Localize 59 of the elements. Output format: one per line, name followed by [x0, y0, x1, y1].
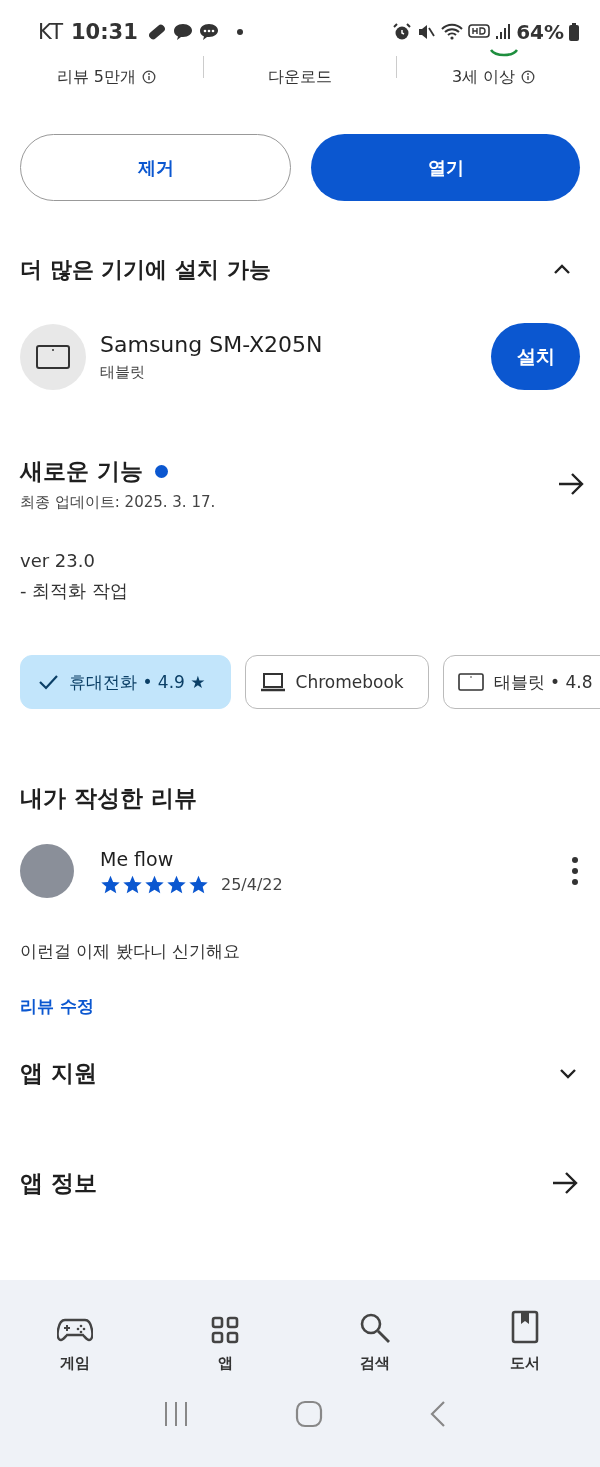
section-title: 내가 작성한 리뷰 [20, 784, 198, 813]
section-title: 새로운 기능 [20, 457, 143, 486]
battery-percent: 64% [516, 20, 564, 44]
device-filter-chip[interactable]: Chromebook [244, 655, 429, 709]
home-icon[interactable] [295, 1400, 323, 1428]
star-icon [166, 873, 187, 895]
release-note-line: ver 23.0 [20, 550, 96, 571]
back-icon[interactable] [429, 1400, 447, 1428]
chat-dots-icon [197, 21, 220, 43]
book-icon [511, 1310, 539, 1344]
star-icon [100, 873, 121, 895]
release-note-line: - 최적화 작업 [20, 579, 129, 603]
chat-bubble-icon [171, 21, 194, 43]
edit-review-link[interactable]: 리뷰 수정 [20, 995, 94, 1018]
stat-label: 리뷰 5만개 [56, 66, 136, 88]
section-title: 앱 정보 [20, 1168, 97, 1198]
device-name: Samsung SM-X205N [100, 331, 324, 357]
signal-icon [494, 23, 513, 41]
uninstall-button[interactable]: 제거 [20, 134, 291, 201]
tablet-icon [457, 672, 484, 692]
stat-label: 3세 이상 [452, 66, 516, 88]
info-icon[interactable] [141, 70, 156, 84]
nav-tab[interactable]: 게임 [0, 1298, 150, 1374]
star-icon [188, 873, 209, 895]
device-filter-chip[interactable]: 휴대전화 • 4.9 ★ [20, 655, 231, 709]
info-icon[interactable] [521, 70, 536, 84]
reviewer-name: Me flow [100, 847, 175, 870]
update-date: 최종 업데이트: 2025. 3. 17. [20, 493, 216, 512]
review-date: 25/4/22 [221, 874, 283, 894]
open-button[interactable]: 열기 [311, 134, 580, 201]
tablet-icon [35, 343, 71, 370]
section-title: 앱 지원 [20, 1058, 97, 1088]
battery-icon [568, 22, 580, 42]
mute-icon [416, 22, 437, 42]
device-filter-chip[interactable]: 태블릿 • 4.8 [442, 655, 600, 709]
nav-tab[interactable]: 앱 [150, 1298, 300, 1374]
clock-time: 10:31 [70, 20, 138, 44]
apps-grid-icon [211, 1316, 239, 1344]
dot-icon [235, 28, 244, 36]
review-text: 이런걸 이제 봤다니 신기해요 [20, 940, 242, 963]
more-options-icon[interactable] [570, 856, 580, 886]
star-icon [122, 873, 143, 895]
gamepad-icon [57, 1316, 93, 1344]
carrier-name: KT [38, 20, 63, 44]
install-button[interactable]: 설치 [491, 323, 580, 390]
laptop-icon [259, 672, 286, 692]
nav-tab[interactable]: 도서 [450, 1298, 600, 1374]
hd-icon [468, 23, 491, 41]
stat-label: 다운로드 [268, 66, 332, 88]
wifi-icon [440, 22, 465, 42]
nav-tab[interactable]: 검색 [300, 1298, 450, 1374]
avatar-photo-placeholder [20, 844, 74, 898]
search-icon [359, 1312, 391, 1344]
alarm-icon [392, 22, 413, 42]
star-icon [144, 873, 165, 895]
section-title: 더 많은 기기에 설치 가능 [20, 256, 271, 284]
device-type: 태블릿 [100, 362, 146, 382]
rating-arc-icon [488, 48, 519, 57]
recent-apps-icon[interactable] [163, 1401, 189, 1427]
